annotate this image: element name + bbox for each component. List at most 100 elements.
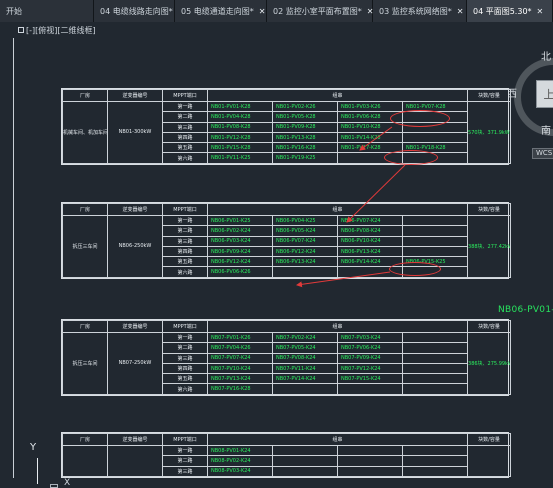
inverter-cell — [107, 445, 163, 477]
string-table: 厂房 逆变器编号 MPPT端口 组串 块数/容量 拆压三车间 NB06-250kW 第一路 NB… — [62, 203, 512, 278]
string-cell: NB06-PV13-K24 — [337, 245, 403, 258]
table-header: 厂房 — [62, 320, 108, 333]
string-cell — [401, 444, 469, 457]
string-table: 厂房 逆变器编号 MPPT端口 组串 块数/容量 拆压三车间 NB07-250kW 第一路 NB… — [62, 320, 512, 395]
string-cell — [401, 131, 469, 144]
string-cell — [337, 465, 403, 477]
capacity-cell — [467, 445, 512, 477]
string-cell: NB06-PV04-K25 — [272, 214, 338, 227]
string-cell — [337, 455, 403, 467]
close-icon[interactable]: ✕ — [537, 7, 544, 16]
table-header: 块数/容量 — [467, 433, 512, 446]
mppt-port-cell: 第四路 — [162, 245, 208, 258]
inverter-cell: NB01-300kW — [107, 101, 163, 164]
tab-start[interactable]: 开始 — [0, 0, 94, 22]
string-cell: NB01-PV16-K28 — [272, 142, 338, 154]
inverter-cell: NB07-250kW — [107, 332, 163, 395]
mppt-port-cell: 第三路 — [162, 121, 208, 133]
compass-south[interactable]: 南 — [541, 122, 551, 137]
table-header: 厂房 — [62, 89, 108, 102]
string-cell — [401, 383, 469, 395]
table-header-row: 厂房 逆变器编号 MPPT端口 组串 块数/容量 — [62, 320, 512, 333]
table-header: 组串 — [206, 320, 469, 333]
tab-cable-route[interactable]: 04 电缆线路走向图*✕ — [94, 0, 184, 22]
string-cell — [272, 465, 338, 477]
string-table-2: 厂房 逆变器编号 MPPT端口 组串 块数/容量 拆压三车间 NB06-250kW 第一路 NB… — [61, 202, 512, 279]
viewcube[interactable]: 北 西 南 上 — [507, 38, 553, 148]
string-cell: NB08-PV03-K24 — [207, 465, 273, 477]
drawing-border-line — [13, 38, 14, 478]
string-cell — [401, 373, 469, 385]
close-icon[interactable]: ✕ — [259, 7, 266, 16]
floating-label: NB06-PV01-K2 — [498, 305, 553, 315]
mppt-port-cell: 第四路 — [162, 362, 208, 375]
string-cell: NB01-PV12-K28 — [207, 131, 273, 144]
table-header: MPPT端口 — [162, 89, 208, 102]
string-cell: NB07-PV05-K24 — [272, 342, 338, 354]
building-cell: 拆压三车间 — [62, 215, 108, 278]
string-cell: NB08-PV02-K24 — [207, 455, 273, 467]
string-cell: NB01-PV14-K28 — [337, 131, 403, 144]
wcs-menu[interactable]: WCS — [532, 148, 553, 159]
tab-floor-plan[interactable]: 04 平面图5.30* ✕ — [467, 0, 553, 22]
capacity-cell: 570块、371.9kWp — [467, 101, 512, 164]
ucs-y-axis — [37, 458, 38, 484]
mppt-port-cell: 第一路 — [162, 100, 208, 113]
viewport-controls[interactable]: [-][俯视][二维线框] — [18, 25, 96, 36]
string-cell: NB01-PV08-K28 — [207, 121, 273, 133]
table-header: MPPT端口 — [162, 203, 208, 216]
mppt-port-cell: 第一路 — [162, 214, 208, 227]
tab-cable-channel[interactable]: 05 电缆通道走向图* ✕ — [175, 0, 267, 22]
viewcube-top-face[interactable]: 上 — [536, 80, 553, 108]
red-annotation-ellipse — [389, 262, 441, 276]
string-cell: NB06-PV09-K24 — [207, 245, 273, 258]
string-cell: NB07-PV03-K24 — [337, 331, 403, 344]
table-header: 逆变器编号 — [107, 320, 163, 333]
mppt-port-cell: 第一路 — [162, 331, 208, 344]
string-cell: NB01-PV04-K28 — [207, 111, 273, 123]
string-cell: NB07-PV12-K24 — [337, 362, 403, 375]
table-header-row: 厂房 逆变器编号 MPPT端口 组串 块数/容量 — [62, 203, 512, 216]
string-cell — [401, 455, 469, 467]
tab-monitor-network[interactable]: 03 监控系统网络图* ✕ — [373, 0, 467, 22]
compass-north[interactable]: 北 — [541, 48, 551, 63]
inverter-cell: NB06-250kW — [107, 215, 163, 278]
ucs-y-label: Y — [30, 442, 37, 453]
string-cell — [401, 362, 469, 375]
tab-monitor-room[interactable]: 02 监控小室平面布置图* ✕ — [267, 0, 373, 22]
mppt-port-cell: 第一路 — [162, 444, 208, 457]
string-cell: NB07-PV10-K24 — [207, 362, 273, 375]
document-tab-bar: 开始 04 电缆线路走向图*✕ 05 电缆通道走向图*✕ 02 监控小室平面布置… — [0, 0, 553, 22]
tab-label: 04 电缆线路走向图* — [100, 6, 173, 16]
red-annotation-ellipse — [390, 110, 450, 127]
string-cell: NB06-PV07-K24 — [272, 235, 338, 247]
tab-label: 05 电缆通道走向图* — [181, 6, 254, 16]
mppt-port-cell: 第六路 — [162, 266, 208, 278]
string-cell: NB01-PV02-K26 — [272, 100, 338, 113]
string-cell: NB01-PV11-K25 — [207, 152, 273, 164]
mppt-port-cell: 第二路 — [162, 455, 208, 467]
string-cell: NB06-PV12-K24 — [272, 245, 338, 258]
string-cell — [401, 331, 469, 344]
string-cell: NB07-PV02-K24 — [272, 331, 338, 344]
drawing-canvas[interactable]: [-][俯视][二维线框] 北 西 南 上 WCS NB06-PV01-K2 厂… — [0, 22, 553, 488]
mppt-port-cell: 第三路 — [162, 465, 208, 477]
building-cell — [62, 445, 108, 477]
string-cell — [401, 342, 469, 354]
string-cell — [272, 444, 338, 457]
string-cell: NB07-PV08-K24 — [272, 352, 338, 364]
string-cell: NB06-PV02-K24 — [207, 225, 273, 237]
viewport-label: [-][俯视][二维线框] — [26, 26, 96, 35]
string-table-4: 厂房 逆变器编号 MPPT端口 组串 块数/容量 第一路 NB08-PV01-K24 第二路 N… — [61, 432, 512, 478]
table-header-row: 厂房 逆变器编号 MPPT端口 组串 块数/容量 — [62, 89, 512, 102]
tab-label: 02 监控小室平面布置图* — [273, 6, 362, 16]
string-cell: NB01-PV09-K28 — [272, 121, 338, 133]
string-table-3: 厂房 逆变器编号 MPPT端口 组串 块数/容量 拆压三车间 NB07-250kW 第一路 NB… — [61, 319, 512, 396]
close-icon[interactable]: ✕ — [457, 7, 464, 16]
string-cell — [337, 444, 403, 457]
mppt-port-cell: 第五路 — [162, 256, 208, 268]
table-header: 逆变器编号 — [107, 203, 163, 216]
capacity-cell: 386块、275.99kWp — [467, 332, 512, 395]
table-header: 组串 — [206, 203, 469, 216]
string-cell: NB06-PV10-K24 — [337, 235, 403, 247]
